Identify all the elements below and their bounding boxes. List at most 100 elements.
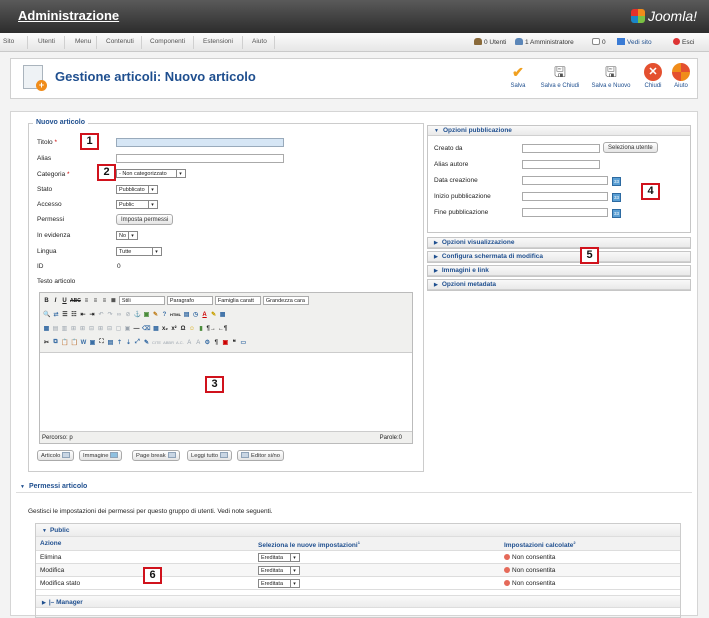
align-center-icon[interactable]: ≡ <box>92 298 99 304</box>
calendar-icon[interactable]: 33 <box>612 193 621 202</box>
article-permissions-header[interactable]: ▼ Permessi articolo <box>16 481 692 493</box>
state-select[interactable]: Pubblicato ▾ <box>116 185 158 194</box>
merge-cells-icon[interactable]: ▢ <box>115 325 122 332</box>
abbr-icon[interactable]: ABBR <box>163 340 174 345</box>
acronym-icon[interactable]: A.C. <box>176 340 184 345</box>
link-icon[interactable]: ∞ <box>115 312 122 318</box>
fullscreen-icon[interactable]: ⛶ <box>98 339 105 346</box>
subscript-icon[interactable]: x₂ <box>161 326 168 332</box>
insert-date-icon[interactable]: ▤ <box>183 311 190 318</box>
html-icon[interactable]: HTML <box>170 312 181 317</box>
menu-item-sito[interactable]: Sito <box>3 38 14 45</box>
calendar-icon[interactable]: 33 <box>612 177 621 186</box>
access-select[interactable]: Public ▾ <box>116 200 158 209</box>
align-right-icon[interactable]: ≡ <box>101 298 108 304</box>
menu-item-estensioni[interactable]: Estensioni <box>203 38 233 45</box>
show-blocks-icon[interactable]: ¶ <box>213 340 220 346</box>
paste-word-icon[interactable]: W <box>80 340 87 346</box>
remove-format-icon[interactable]: ⌫ <box>142 325 150 332</box>
help-icon[interactable]: ? <box>161 312 168 318</box>
outdent-icon[interactable]: ⇤ <box>79 311 86 318</box>
image-icon[interactable]: ▣ <box>143 311 150 318</box>
del-icon[interactable]: A <box>186 340 193 346</box>
group-row-public[interactable]: ▼ Public <box>36 524 680 537</box>
insert-col-icon[interactable]: ⊞ <box>97 325 104 332</box>
align-left-icon[interactable]: ≡ <box>83 298 90 304</box>
format-dropdown[interactable]: Paragrafo <box>166 296 213 305</box>
delete-row-icon[interactable]: ⊟ <box>88 325 95 332</box>
publish-up-input[interactable] <box>522 192 608 201</box>
menu-item-componenti[interactable]: Componenti <box>150 38 185 45</box>
direction-ltr-icon[interactable]: ¶→ <box>206 326 215 332</box>
justify-icon[interactable]: ≣ <box>110 297 117 304</box>
font-size-dropdown[interactable]: Grandezza cara <box>262 296 309 305</box>
redo-icon[interactable]: ↷ <box>106 311 113 318</box>
numbered-list-icon[interactable]: ☷ <box>70 311 77 318</box>
copy-icon[interactable]: ⧉ <box>52 339 59 346</box>
italic-button[interactable]: I <box>52 298 59 304</box>
template-icon[interactable]: ▣ <box>222 339 229 346</box>
view-site-link[interactable]: Vedi sito <box>617 38 652 46</box>
cell-props-icon[interactable]: ▥ <box>61 325 68 332</box>
menu-item-aiuto[interactable]: Aiuto <box>252 38 267 45</box>
category-select[interactable]: - Non categorizzato ▾ <box>116 169 186 178</box>
anchor-icon[interactable]: ⚓ <box>133 311 140 318</box>
blockquote-icon[interactable]: ❝ <box>231 339 238 346</box>
created-by-input[interactable] <box>522 144 600 153</box>
publish-down-input[interactable] <box>522 208 608 217</box>
save-close-button[interactable]: 🖫 Salva e Chiudi <box>538 63 582 89</box>
strikethrough-button[interactable]: ABC <box>70 298 81 304</box>
insert-row-after-icon[interactable]: ⊞ <box>79 325 86 332</box>
display-options-header[interactable]: ▶ Opzioni visualizzazione <box>428 238 690 248</box>
group-row-manager[interactable]: ▶ |– Manager <box>36 595 680 608</box>
set-permissions-button[interactable]: Imposta permessi <box>116 214 174 225</box>
delete-col-icon[interactable]: ⊟ <box>106 325 113 332</box>
paste-icon[interactable]: 📋 <box>61 339 68 346</box>
display-options-panel[interactable]: ▶ Opzioni visualizzazione <box>427 237 691 249</box>
underline-button[interactable]: U <box>61 298 68 304</box>
bold-button[interactable]: B <box>43 298 50 304</box>
status-users[interactable]: 0 Utenti <box>474 38 506 46</box>
featured-select[interactable]: No ▾ <box>116 231 138 240</box>
absolute-icon[interactable]: ⤢ <box>134 339 141 346</box>
cleanup-icon[interactable]: ✎ <box>152 311 159 318</box>
move-forward-icon[interactable]: ⇡ <box>116 339 123 346</box>
setting-select[interactable]: Ereditata ▾ <box>258 579 300 588</box>
select-user-button[interactable]: Seleziona utente <box>603 142 658 153</box>
menu-item-contenuti[interactable]: Contenuti <box>106 38 134 45</box>
admin-title-link[interactable]: Administrazione <box>18 8 119 23</box>
attributes-icon[interactable]: ⚙ <box>204 339 211 346</box>
pagebreak-icon[interactable]: ▭ <box>240 339 247 346</box>
select-all-icon[interactable]: ▣ <box>89 339 96 346</box>
setting-select[interactable]: Ereditata ▾ <box>258 553 300 562</box>
help-button[interactable]: Aiuto <box>666 63 696 89</box>
edit-table-icon[interactable]: ▦ <box>43 325 50 332</box>
status-messages[interactable]: 0 <box>592 38 606 46</box>
paste-text-icon[interactable]: 📋 <box>70 339 77 346</box>
insert-image-button[interactable]: Immagine <box>79 450 123 461</box>
metadata-options-header[interactable]: ▶ Opzioni metadata <box>428 280 690 290</box>
page-break-button[interactable]: Page break <box>132 450 180 461</box>
font-family-dropdown[interactable]: Famiglia caratt <box>214 296 261 305</box>
indent-icon[interactable]: ⇥ <box>88 311 95 318</box>
find-icon[interactable]: 🔍 <box>43 311 50 318</box>
metadata-options-panel[interactable]: ▶ Opzioni metadata <box>427 279 691 291</box>
images-links-header[interactable]: ▶ Immagini e link <box>428 266 690 276</box>
style-props-icon[interactable]: ✎ <box>143 339 150 346</box>
split-cells-icon[interactable]: ▣ <box>124 325 131 332</box>
undo-icon[interactable]: ↶ <box>97 311 104 318</box>
cut-icon[interactable]: ✂ <box>43 339 50 346</box>
highlight-color-icon[interactable]: ✎ <box>210 311 217 318</box>
save-new-button[interactable]: 🖫 Salva e Nuovo <box>589 63 633 89</box>
insert-article-button[interactable]: Articolo <box>37 450 75 461</box>
row-props-icon[interactable]: ▤ <box>52 325 59 332</box>
ins-icon[interactable]: A <box>195 340 202 346</box>
setting-select[interactable]: Ereditata ▾ <box>258 566 300 575</box>
layer-icon[interactable]: ▤ <box>107 339 114 346</box>
emoticons-icon[interactable]: ☺ <box>188 326 195 332</box>
edit-screen-config-header[interactable]: ▶ Configura schermata di modifica <box>428 252 690 262</box>
calendar-icon[interactable]: 33 <box>612 209 621 218</box>
bullet-list-icon[interactable]: ☰ <box>61 311 68 318</box>
move-backward-icon[interactable]: ⇣ <box>125 339 132 346</box>
menu-item-menu[interactable]: Menu <box>75 38 91 45</box>
